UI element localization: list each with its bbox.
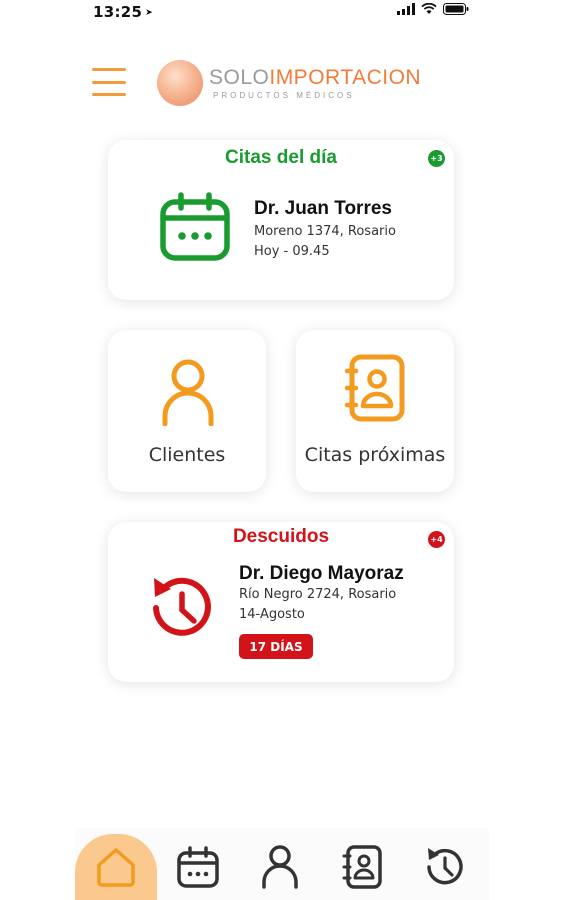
contacts-icon [342, 845, 382, 889]
nav-contacts[interactable] [321, 834, 403, 900]
calendar-icon [160, 192, 230, 261]
user-icon [162, 359, 214, 426]
brand-logo: SOLOIMPORTACION PRODUCTOS MÉDICOS [157, 58, 421, 108]
calendar-icon [177, 846, 219, 888]
logo-part1: SOLO [209, 66, 270, 89]
menu-bar-middle [92, 80, 126, 84]
status-time: 13:25 ➤ [93, 3, 153, 21]
location-arrow-icon: ➤ [145, 8, 154, 18]
battery-icon [443, 3, 469, 15]
clients-label: Clientes [148, 444, 226, 466]
wifi-icon [421, 3, 437, 14]
status-time-text: 13:25 [93, 3, 143, 21]
days-elapsed-badge: 17 DÍAS [239, 634, 313, 659]
cellular-signal-icon [397, 3, 415, 15]
menu-bar-bottom [92, 93, 126, 96]
status-icons [397, 3, 469, 15]
logo-part2: IMPORTACION [269, 66, 422, 89]
neglected-date: 14-Agosto [239, 607, 305, 622]
history-icon [427, 848, 463, 885]
menu-bar-top [92, 68, 126, 71]
user-icon [262, 845, 298, 889]
status-bar: 13:25 ➤ [75, 0, 489, 26]
nav-history[interactable] [403, 834, 485, 900]
contacts-icon [344, 354, 405, 422]
globe-icon [157, 60, 203, 106]
upcoming-appointments-tile[interactable]: Citas próximas [296, 330, 454, 492]
home-icon [97, 848, 135, 887]
bottom-navigation [75, 828, 489, 900]
today-time: Hoy - 09.45 [254, 244, 330, 259]
today-doctor-name: Dr. Juan Torres [254, 198, 392, 219]
app-screen: 13:25 ➤ SOLOIMPORTACION PRODUCTOS MÉDICO… [75, 0, 489, 900]
logo-wordmark: SOLOIMPORTACION [209, 66, 421, 90]
neglected-count-badge: +4 [428, 531, 445, 548]
today-count-badge: +3 [428, 150, 445, 167]
nav-clients[interactable] [239, 834, 321, 900]
logo-subtitle: PRODUCTOS MÉDICOS [213, 91, 355, 100]
today-appointments-card[interactable]: Citas del día +3 Dr. Juan Torres Moreno … [108, 140, 454, 300]
clients-tile[interactable]: Clientes [108, 330, 266, 492]
nav-calendar[interactable] [157, 834, 239, 900]
history-icon [153, 577, 211, 636]
today-address: Moreno 1374, Rosario [254, 224, 396, 239]
neglected-card-title: Descuidos [232, 526, 330, 547]
neglected-address: Río Negro 2724, Rosario [239, 587, 397, 602]
neglected-doctor-name: Dr. Diego Mayoraz [239, 563, 404, 584]
upcoming-label: Citas próximas [304, 444, 446, 466]
menu-button[interactable] [92, 68, 126, 96]
neglected-clients-card[interactable]: Descuidos +4 Dr. Diego Mayoraz Río Negro… [108, 522, 454, 682]
nav-home[interactable] [75, 834, 157, 900]
today-card-title: Citas del día [225, 147, 337, 168]
